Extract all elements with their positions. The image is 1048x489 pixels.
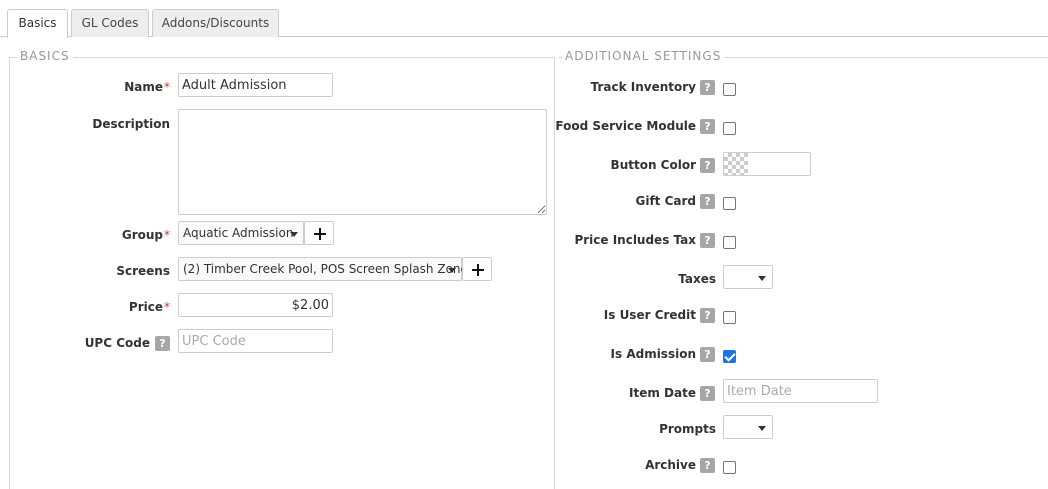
required-mark: * [164,300,170,314]
additional-settings-legend: ADDITIONAL SETTINGS [562,49,725,63]
question-mark-icon[interactable]: ? [700,119,715,134]
is-admission-checkbox[interactable] [723,350,736,363]
caret-down-icon [448,268,456,273]
question-mark-icon[interactable]: ? [700,386,715,401]
name-label: Name* [124,80,170,94]
prompts-label: Prompts [659,422,716,436]
price-label: Price* [128,300,170,314]
gift-card-label: Gift Card [635,194,696,208]
screens-select[interactable]: (2) Timber Creek Pool, POS Screen Splash… [178,257,468,281]
food-service-module-label: Food Service Module [555,119,696,133]
basics-legend: BASICS [17,49,73,63]
track-inventory-checkbox[interactable] [723,83,736,96]
required-mark: * [164,228,170,242]
upc-code-input[interactable] [178,329,333,353]
basics-fieldset-border-top [9,57,554,58]
required-mark: * [164,80,170,94]
tab-bar: Basics GL Codes Addons/Discounts [0,0,1048,38]
item-date-input[interactable] [723,379,878,403]
group-select-value: Aquatic Admission [183,226,294,240]
button-color-input[interactable] [723,152,811,176]
question-mark-icon[interactable]: ? [700,308,715,323]
archive-label: Archive [645,458,696,472]
screens-select-value: (2) Timber Creek Pool, POS Screen Splash… [183,262,468,276]
group-label: Group* [121,228,170,242]
button-color-label: Button Color [610,158,696,172]
group-select[interactable]: Aquatic Admission [178,221,304,245]
prompts-select[interactable] [723,415,773,439]
gift-card-checkbox[interactable] [723,197,736,210]
caret-down-icon [290,232,298,237]
is-user-credit-checkbox[interactable] [723,311,736,324]
tab-basics[interactable]: Basics [7,9,68,38]
basics-fieldset-border-left [9,57,10,489]
food-service-module-checkbox[interactable] [723,122,736,135]
add-screen-button[interactable] [462,257,492,281]
tab-gl-codes[interactable]: GL Codes [71,9,149,37]
question-mark-icon[interactable]: ? [700,194,715,209]
question-mark-icon[interactable]: ? [700,233,715,248]
description-label: Description [92,117,170,131]
archive-checkbox[interactable] [723,461,736,474]
question-mark-icon[interactable]: ? [700,158,715,173]
track-inventory-label: Track Inventory [590,80,696,94]
is-user-credit-label: Is User Credit [603,308,696,322]
price-input[interactable] [178,293,333,317]
price-includes-tax-checkbox[interactable] [723,236,736,249]
question-mark-icon[interactable]: ? [700,458,715,473]
is-admission-label: Is Admission [610,347,696,361]
taxes-select[interactable] [723,265,773,289]
add-group-button[interactable] [304,221,334,245]
color-swatch-icon[interactable] [724,153,748,175]
price-includes-tax-label: Price Includes Tax [574,233,696,247]
description-textarea[interactable] [178,109,547,215]
question-mark-icon[interactable]: ? [700,347,715,362]
caret-down-icon [758,276,766,281]
screens-label: Screens [116,264,170,278]
taxes-label: Taxes [678,272,716,286]
upc-code-label: UPC Code [84,336,150,350]
question-mark-icon[interactable]: ? [155,336,170,351]
item-date-label: Item Date [629,386,696,400]
caret-down-icon [758,426,766,431]
question-mark-icon[interactable]: ? [700,80,715,95]
tab-addons-discounts[interactable]: Addons/Discounts [152,9,279,37]
name-input[interactable] [178,73,333,97]
